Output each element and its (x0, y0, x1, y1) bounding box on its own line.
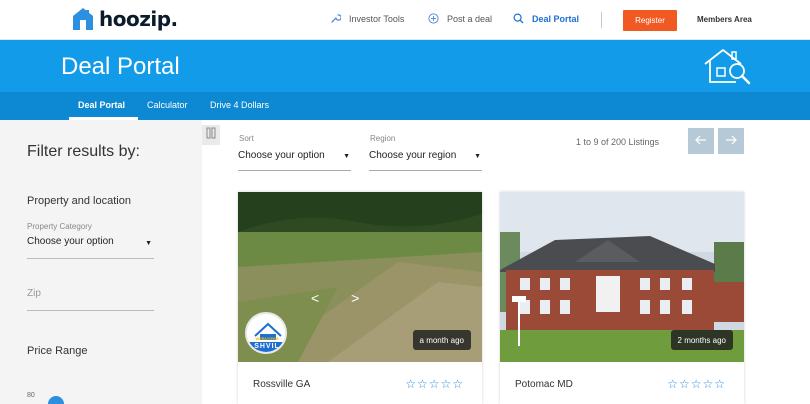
collapse-sidebar-icon (206, 126, 216, 144)
listing-count: 1 to 9 of 200 Listings (576, 137, 660, 147)
hoozip-logo[interactable]: hoozip. (72, 6, 178, 32)
wrench-icon (330, 13, 341, 24)
property-location-heading: Property and location (27, 195, 131, 207)
sort-select[interactable]: Choose your option ▼ (238, 146, 351, 171)
nav-investor-tools[interactable]: Investor Tools (330, 13, 404, 24)
filter-title: Filter results by: (27, 143, 140, 160)
sort-value: Choose your option (238, 150, 325, 161)
nav-post-deal-label: Post a deal (447, 13, 493, 24)
listing-photo[interactable]: < > WEBUYERS SHVIL a month ago (238, 192, 482, 362)
sort-label: Sort (239, 134, 254, 143)
prev-page-button[interactable] (688, 128, 714, 154)
register-button[interactable]: Register (623, 10, 677, 31)
badge-small-text: WEBUYERS (255, 336, 279, 341)
arrow-left-icon (695, 132, 707, 150)
nav-investor-tools-label: Investor Tools (349, 13, 405, 24)
region-value: Choose your region (369, 150, 457, 161)
top-navigation: hoozip. Investor Tools Post a deal Deal … (0, 0, 810, 40)
tab-calculator[interactable]: Calculator (147, 100, 188, 110)
nav-divider (601, 12, 602, 28)
zip-input[interactable]: Zip (27, 288, 154, 311)
page-title: Deal Portal (61, 53, 180, 80)
region-label: Region (370, 134, 396, 143)
badge-text: SHVIL (254, 343, 280, 350)
caret-down-icon: ▼ (343, 153, 350, 160)
caret-down-icon: ▼ (474, 153, 481, 160)
rating-stars[interactable]: ☆☆☆☆☆ (667, 377, 726, 391)
listing-card[interactable]: 2 months ago Potomac MD ☆☆☆☆☆ (500, 192, 744, 404)
property-category-value: Choose your option (27, 236, 114, 247)
listing-age: a month ago (412, 330, 471, 350)
listing-card[interactable]: < > WEBUYERS SHVIL a month ago Rossville… (238, 192, 482, 404)
price-range-heading: Price Range (27, 345, 88, 357)
members-area-link[interactable]: Members Area (697, 15, 752, 24)
nav-deal-portal-label: Deal Portal (532, 13, 580, 24)
logo-text: hoozip. (99, 7, 178, 31)
region-select[interactable]: Choose your region ▼ (369, 146, 482, 171)
collapse-sidebar-button[interactable] (202, 125, 220, 145)
arrow-right-icon (725, 132, 737, 150)
property-category-select[interactable]: Choose your option ▼ (27, 236, 154, 259)
property-category-label: Property Category (27, 222, 92, 231)
next-page-button[interactable] (718, 128, 744, 154)
listing-location: Rossville GA (253, 379, 311, 390)
page-header: Deal Portal (0, 40, 810, 92)
filter-sidebar: Filter results by: Property and location… (0, 120, 202, 404)
photo-nav-arrows[interactable]: < > (311, 290, 373, 306)
caret-down-icon: ▼ (145, 240, 152, 247)
listing-age: 2 months ago (670, 330, 733, 350)
house-search-icon (703, 47, 751, 90)
wholesaler-badge: WEBUYERS SHVIL (245, 312, 287, 354)
tab-drive-4-dollars[interactable]: Drive 4 Dollars (210, 100, 269, 110)
sub-navigation: Deal Portal Calculator Drive 4 Dollars (0, 92, 810, 120)
nav-deal-portal[interactable]: Deal Portal (513, 13, 579, 24)
rating-stars[interactable]: ☆☆☆☆☆ (405, 377, 464, 391)
plus-circle-icon (428, 13, 439, 24)
listing-photo[interactable]: 2 months ago (500, 192, 744, 362)
tab-deal-portal[interactable]: Deal Portal (78, 100, 125, 110)
nav-post-deal[interactable]: Post a deal (428, 13, 492, 24)
search-icon (513, 13, 524, 24)
listing-location: Potomac MD (515, 379, 573, 390)
house-logo-icon (72, 7, 94, 31)
